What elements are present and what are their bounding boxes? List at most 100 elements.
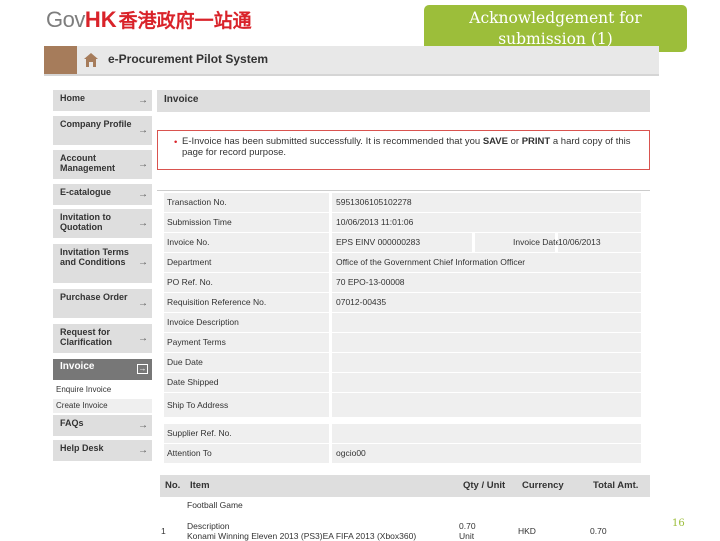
arrow-right-icon: → bbox=[138, 420, 148, 431]
item-currency: HKD bbox=[518, 526, 536, 536]
detail-label: Attention To bbox=[164, 444, 329, 463]
sidebar-item-label: Invoice bbox=[60, 361, 95, 372]
detail-row-supplier-ref: Supplier Ref. No. bbox=[164, 424, 641, 443]
detail-label: Invoice Date bbox=[475, 233, 560, 252]
item-qty: 0.70 bbox=[459, 521, 476, 531]
sidebar-item-account-management[interactable]: Account Management → bbox=[53, 150, 152, 180]
item-name: Football Game bbox=[187, 500, 243, 510]
detail-value bbox=[332, 393, 641, 417]
arrow-right-icon: → bbox=[138, 445, 148, 456]
house-icon bbox=[84, 53, 98, 67]
detail-value: 07012-00435 bbox=[332, 293, 641, 312]
column-header-currency: Currency bbox=[522, 480, 564, 491]
arrow-right-icon: → bbox=[138, 189, 148, 200]
detail-row-payment-terms: Payment Terms bbox=[164, 333, 641, 352]
sidebar-item-home[interactable]: Home → bbox=[53, 90, 152, 112]
detail-value bbox=[332, 313, 641, 332]
sidebar-item-invitation-terms[interactable]: Invitation Terms and Conditions → bbox=[53, 244, 152, 284]
items-table-header: No. Item Qty / Unit Currency Total Amt. bbox=[160, 475, 650, 497]
detail-value: 70 EPO-13-00008 bbox=[332, 273, 641, 292]
sidebar-item-invitation-to-quotation[interactable]: Invitation to Quotation → bbox=[53, 209, 152, 239]
column-header-no: No. bbox=[165, 480, 181, 491]
detail-label: Submission Time bbox=[164, 213, 329, 232]
sidebar-item-label: FAQs bbox=[60, 418, 84, 428]
sidebar-item-company-profile[interactable]: Company Profile → bbox=[53, 116, 152, 146]
arrow-right-icon: → bbox=[137, 364, 148, 374]
slide-title: Acknowledgement for submission (1) bbox=[424, 5, 687, 52]
system-title: e-Procurement Pilot System bbox=[108, 52, 269, 66]
detail-value: EPS EINV 000000283 bbox=[332, 233, 472, 252]
arrow-right-icon: → bbox=[138, 159, 148, 170]
sidebar-item-request-clarification[interactable]: Request for Clarification → bbox=[53, 324, 152, 354]
alert-text-pre: E-Invoice has been submitted successfull… bbox=[182, 136, 483, 147]
sidebar-item-invoice[interactable]: Invoice → bbox=[53, 359, 152, 381]
system-header-bar: e-Procurement Pilot System bbox=[44, 46, 659, 76]
item-desc-label: Description bbox=[187, 521, 230, 531]
detail-value bbox=[332, 373, 641, 392]
detail-row-invoice-description: Invoice Description bbox=[164, 313, 641, 332]
detail-value: Office of the Government Chief Informati… bbox=[332, 253, 641, 272]
detail-row-attention-to: Attention To ogcio00 bbox=[164, 444, 641, 463]
detail-row-date-shipped: Date Shipped bbox=[164, 373, 641, 392]
sidebar-item-help-desk[interactable]: Help Desk → bbox=[53, 440, 152, 462]
arrow-right-icon: → bbox=[138, 333, 148, 344]
sidebar-subitem-create-invoice[interactable]: Create Invoice bbox=[53, 399, 152, 413]
success-alert: • E-Invoice has been submitted successfu… bbox=[157, 130, 650, 170]
sidebar-item-e-catalogue[interactable]: E-catalogue → bbox=[53, 184, 152, 206]
logo-gov-text: Gov bbox=[46, 7, 85, 32]
sidebar-item-purchase-order[interactable]: Purchase Order → bbox=[53, 289, 152, 319]
detail-value bbox=[332, 424, 641, 443]
page-title: Invoice bbox=[157, 90, 650, 112]
detail-label: Due Date bbox=[164, 353, 329, 372]
detail-row-requisition-ref: Requisition Reference No. 07012-00435 bbox=[164, 293, 641, 312]
header-brand-block bbox=[44, 46, 77, 74]
detail-value bbox=[332, 333, 641, 352]
column-header-qty: Qty / Unit bbox=[463, 480, 506, 491]
sidebar-item-label: Request for Clarification bbox=[60, 327, 113, 347]
detail-label: PO Ref. No. bbox=[164, 273, 329, 292]
detail-label: Invoice No. bbox=[164, 233, 329, 252]
detail-value: 10/06/2013 11:01:06 bbox=[332, 213, 641, 232]
detail-label: Requisition Reference No. bbox=[164, 293, 329, 312]
detail-row-submission-time: Submission Time 10/06/2013 11:01:06 bbox=[164, 213, 641, 232]
logo-chinese-text: 香港政府一站通 bbox=[118, 11, 252, 32]
column-header-total: Total Amt. bbox=[593, 480, 639, 491]
detail-row-transaction-no: Transaction No. 5951306105102278 bbox=[164, 193, 641, 212]
detail-row-ship-to: Ship To Address bbox=[164, 393, 641, 418]
detail-label: Supplier Ref. No. bbox=[164, 424, 329, 443]
sidebar-item-label: Invitation Terms and Conditions bbox=[60, 247, 129, 267]
slide-page-number: 16 bbox=[672, 518, 685, 529]
alert-text-mid: or bbox=[507, 136, 522, 147]
sidebar-item-label: E-catalogue bbox=[60, 187, 112, 197]
sidebar-item-label: Help Desk bbox=[60, 443, 104, 453]
alert-bullet: • bbox=[174, 137, 178, 148]
arrow-right-icon: → bbox=[138, 218, 148, 229]
detail-row-po-ref: PO Ref. No. 70 EPO-13-00008 bbox=[164, 273, 641, 292]
detail-label: Date Shipped bbox=[164, 373, 329, 392]
detail-label: Transaction No. bbox=[164, 193, 329, 212]
detail-row-invoice-no: Invoice No. EPS EINV 000000283 Invoice D… bbox=[164, 233, 641, 252]
sidebar-item-label: Company Profile bbox=[60, 119, 132, 129]
detail-row-department: Department Office of the Government Chie… bbox=[164, 253, 641, 272]
detail-value: 10/06/2013 bbox=[558, 233, 641, 252]
sidebar-item-label: Purchase Order bbox=[60, 292, 128, 302]
column-header-item: Item bbox=[190, 480, 210, 491]
detail-value: ogcio00 bbox=[332, 444, 641, 463]
detail-label: Department bbox=[164, 253, 329, 272]
arrow-right-icon: → bbox=[138, 298, 148, 309]
detail-row-due-date: Due Date bbox=[164, 353, 641, 372]
item-total: 0.70 bbox=[590, 526, 607, 536]
logo-hk-text: HK bbox=[84, 7, 117, 32]
sidebar-item-label: Home bbox=[60, 93, 86, 103]
alert-print-text: PRINT bbox=[521, 136, 551, 147]
invoice-details-table: Transaction No. 5951306105102278 Submiss… bbox=[157, 190, 650, 463]
detail-value: 5951306105102278 bbox=[332, 193, 641, 212]
alert-save-text: SAVE bbox=[482, 136, 508, 147]
detail-value bbox=[332, 353, 641, 372]
arrow-right-icon: → bbox=[138, 125, 148, 136]
sidebar-subitem-enquire-invoice[interactable]: Enquire Invoice bbox=[53, 383, 152, 397]
arrow-right-icon: → bbox=[138, 257, 148, 268]
sidebar-item-faqs[interactable]: FAQs → bbox=[53, 415, 152, 437]
sidebar-item-label: Account Management bbox=[60, 153, 116, 173]
arrow-right-icon: → bbox=[138, 95, 148, 106]
